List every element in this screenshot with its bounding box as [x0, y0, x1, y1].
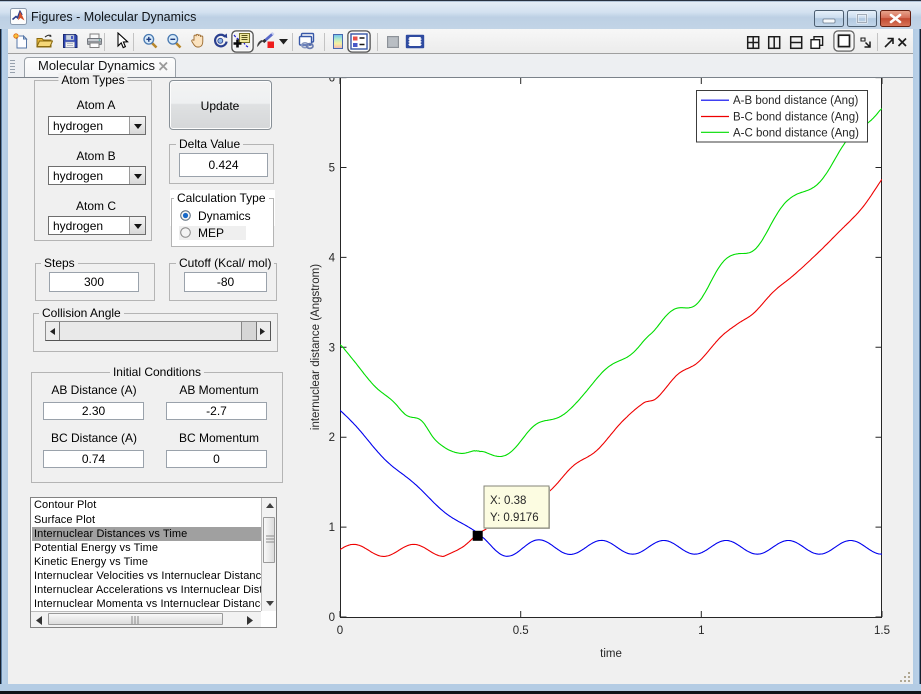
- svg-text:A-B bond distance (Ang): A-B bond distance (Ang): [733, 95, 858, 107]
- svg-text:X: 0.38: X: 0.38: [490, 495, 526, 507]
- svg-text:1.5: 1.5: [874, 625, 890, 637]
- svg-text:A-C bond distance (Ang): A-C bond distance (Ang): [733, 127, 859, 139]
- svg-text:B-C bond distance (Ang): B-C bond distance (Ang): [733, 112, 859, 124]
- svg-text:internuclear distance (Angstro: internuclear distance (Angstrom): [310, 264, 322, 430]
- svg-text:2: 2: [329, 432, 335, 444]
- svg-text:1: 1: [698, 625, 704, 637]
- svg-text:4: 4: [329, 252, 336, 264]
- svg-text:time: time: [600, 648, 622, 660]
- svg-text:0: 0: [337, 625, 343, 637]
- svg-text:5: 5: [329, 163, 335, 175]
- svg-text:0: 0: [329, 612, 335, 624]
- svg-text:6: 6: [329, 78, 335, 85]
- svg-text:0.5: 0.5: [513, 625, 529, 637]
- svg-text:Y: 0.9176: Y: 0.9176: [490, 512, 539, 524]
- svg-text:1: 1: [329, 522, 335, 534]
- svg-text:3: 3: [329, 342, 335, 354]
